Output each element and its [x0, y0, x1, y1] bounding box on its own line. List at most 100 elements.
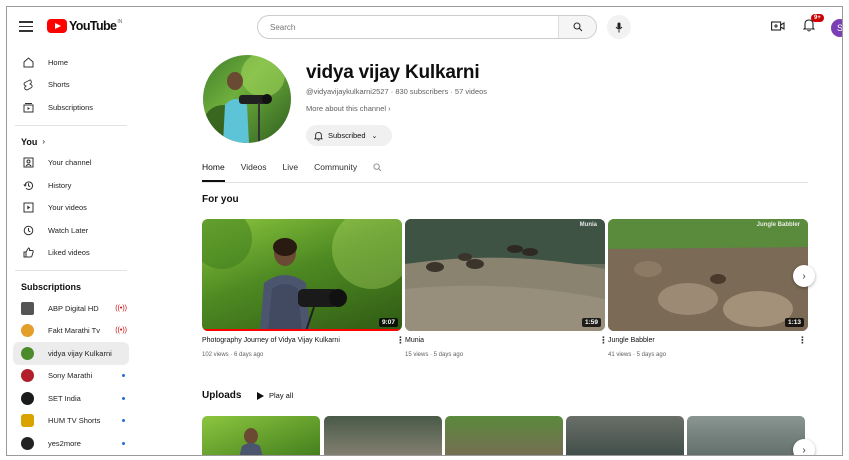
- channel-icon: [21, 156, 35, 170]
- live-icon: ((•)): [115, 304, 127, 312]
- more-about-channel-link[interactable]: More about this channel ›: [306, 104, 391, 113]
- upload-thumbnail[interactable]: [445, 416, 563, 455]
- subscription-label: Sony Marathi: [48, 371, 93, 381]
- sidebar-item-label: Subscriptions: [48, 102, 94, 112]
- video-title[interactable]: Munia: [405, 337, 424, 344]
- search-box: [257, 15, 597, 39]
- watch-progress-bar: [202, 329, 402, 331]
- search-input[interactable]: [270, 22, 560, 32]
- new-content-dot: [122, 441, 125, 445]
- sidebar-sub-fakt-marathi[interactable]: Fakt Marathi Tv ((•)): [7, 320, 135, 343]
- channel-name: vidya vijay Kulkarni: [306, 62, 480, 83]
- voice-search-button[interactable]: [607, 15, 631, 39]
- home-icon: [21, 55, 35, 69]
- sidebar-item-label: Watch Later: [48, 225, 89, 235]
- chevron-right-icon: ›: [802, 270, 806, 282]
- sidebar-item-watch-later[interactable]: Watch Later: [7, 219, 135, 242]
- channel-search-button[interactable]: [373, 160, 382, 182]
- live-icon: ((•)): [115, 327, 127, 335]
- youtube-logo[interactable]: YouTube IN: [47, 19, 122, 33]
- thumbnail-image: [405, 219, 605, 331]
- menu-icon[interactable]: [19, 21, 33, 32]
- youtube-window: YouTube IN 9+ S Home Shorts: [6, 6, 843, 456]
- sidebar-item-label: Your videos: [48, 203, 87, 213]
- channel-photo: [203, 55, 285, 143]
- tab-live[interactable]: Live: [283, 160, 299, 182]
- video-meta: 15 views · 5 days ago: [405, 352, 464, 358]
- sidebar-sub-abp-digital-hd[interactable]: ABP Digital HD ((•)): [7, 297, 135, 320]
- thumbnail-image: [608, 219, 808, 331]
- sidebar-item-label: Shorts: [48, 80, 70, 90]
- sidebar-item-label: History: [48, 180, 72, 190]
- subscriptions-icon: [21, 100, 35, 114]
- notifications-button[interactable]: 9+: [802, 14, 824, 37]
- tab-videos[interactable]: Videos: [241, 160, 267, 182]
- shorts-icon: [21, 78, 35, 92]
- video-card[interactable]: Munia 1:59 Munia 15 views · 5 days ago ⋮: [405, 219, 608, 358]
- video-title[interactable]: Photography Journey of Vidya Vijay Kulka…: [202, 337, 340, 344]
- sidebar-sub-sony-marathi[interactable]: Sony Marathi: [7, 365, 135, 388]
- thumbnail-overlay-text: Munia: [579, 222, 597, 228]
- sidebar-item-shorts[interactable]: Shorts: [7, 74, 135, 97]
- sidebar-item-history[interactable]: History: [7, 174, 135, 197]
- account-avatar[interactable]: S: [831, 19, 842, 37]
- subscribed-button[interactable]: Subscribed ⌄: [306, 125, 392, 146]
- more-options-icon[interactable]: ⋮: [396, 335, 405, 346]
- channel-avatar: [21, 391, 34, 405]
- video-thumbnail[interactable]: 9:07: [202, 219, 402, 331]
- you-section-header[interactable]: You ›: [7, 132, 135, 152]
- thumbnail-overlay-text: Jungle Babbler: [756, 222, 800, 228]
- tab-home[interactable]: Home: [202, 160, 225, 182]
- play-all-button[interactable]: Play all: [257, 391, 293, 400]
- video-card[interactable]: Jungle Babbler 1:13 Jungle Babbler 41 vi…: [608, 219, 808, 358]
- sidebar-item-liked-videos[interactable]: Liked videos: [7, 242, 135, 265]
- more-about-label: More about this channel: [306, 104, 387, 113]
- video-thumbnail[interactable]: Jungle Babbler 1:13: [608, 219, 808, 331]
- create-button[interactable]: [771, 19, 785, 37]
- video-title[interactable]: Jungle Babbler: [608, 337, 655, 344]
- your-videos-icon: [21, 201, 35, 215]
- tab-community[interactable]: Community: [314, 160, 357, 182]
- play-all-label: Play all: [269, 391, 294, 400]
- chevron-down-icon: ⌄: [371, 132, 378, 140]
- sidebar-sub-hum-tv-shorts[interactable]: HUM TV Shorts: [7, 410, 135, 433]
- sidebar-sub-vidya-vijay-kulkarni[interactable]: vidya vijay Kulkarni: [13, 342, 129, 365]
- sidebar-item-your-channel[interactable]: Your channel: [7, 152, 135, 175]
- carousel-next-button[interactable]: ›: [793, 265, 815, 287]
- youtube-play-icon: [47, 19, 67, 33]
- subscription-label: yes2more: [48, 438, 81, 448]
- upload-thumbnail[interactable]: [324, 416, 442, 455]
- uploads-next-button[interactable]: ›: [793, 439, 815, 456]
- sidebar-divider: [15, 124, 127, 126]
- channel-meta: @vidyavijaykulkarni2527 · 830 subscriber…: [306, 87, 488, 96]
- sidebar-item-label: Home: [48, 57, 69, 67]
- search-icon: [572, 22, 582, 32]
- search-button[interactable]: [558, 16, 596, 38]
- logo-text: YouTube: [69, 19, 117, 33]
- channel-avatar: [21, 324, 34, 338]
- upload-thumbnail[interactable]: [687, 416, 805, 455]
- video-duration: 1:13: [784, 318, 804, 327]
- upload-thumbnail[interactable]: [202, 416, 320, 455]
- video-card[interactable]: 9:07 Photography Journey of Vidya Vijay …: [202, 219, 405, 358]
- video-meta: 102 views · 6 days ago: [202, 352, 264, 358]
- subscription-label: ABP Digital HD: [48, 303, 99, 313]
- subscription-label: vidya vijay Kulkarni: [48, 348, 112, 358]
- sidebar-sub-yes2more[interactable]: yes2more: [7, 432, 135, 455]
- more-options-icon[interactable]: ⋮: [599, 335, 608, 346]
- sidebar-item-your-videos[interactable]: Your videos: [7, 197, 135, 220]
- video-duration: 1:59: [581, 318, 601, 327]
- more-options-icon[interactable]: ⋮: [798, 335, 807, 346]
- sidebar-sub-set-india[interactable]: SET India: [7, 387, 135, 410]
- sidebar-item-label: Liked videos: [48, 248, 90, 258]
- sidebar-item-subscriptions[interactable]: Subscriptions: [7, 96, 135, 119]
- upload-thumbnail[interactable]: [566, 416, 684, 455]
- sidebar-item-home[interactable]: Home: [7, 51, 135, 74]
- new-content-dot: [122, 419, 125, 423]
- chevron-right-icon: ›: [388, 104, 391, 113]
- video-thumbnail[interactable]: Munia 1:59: [405, 219, 605, 331]
- logo-country-code: IN: [117, 19, 123, 25]
- chevron-right-icon: ›: [802, 444, 806, 456]
- tabs-divider: [202, 182, 808, 183]
- channel-avatar-large[interactable]: [203, 55, 291, 143]
